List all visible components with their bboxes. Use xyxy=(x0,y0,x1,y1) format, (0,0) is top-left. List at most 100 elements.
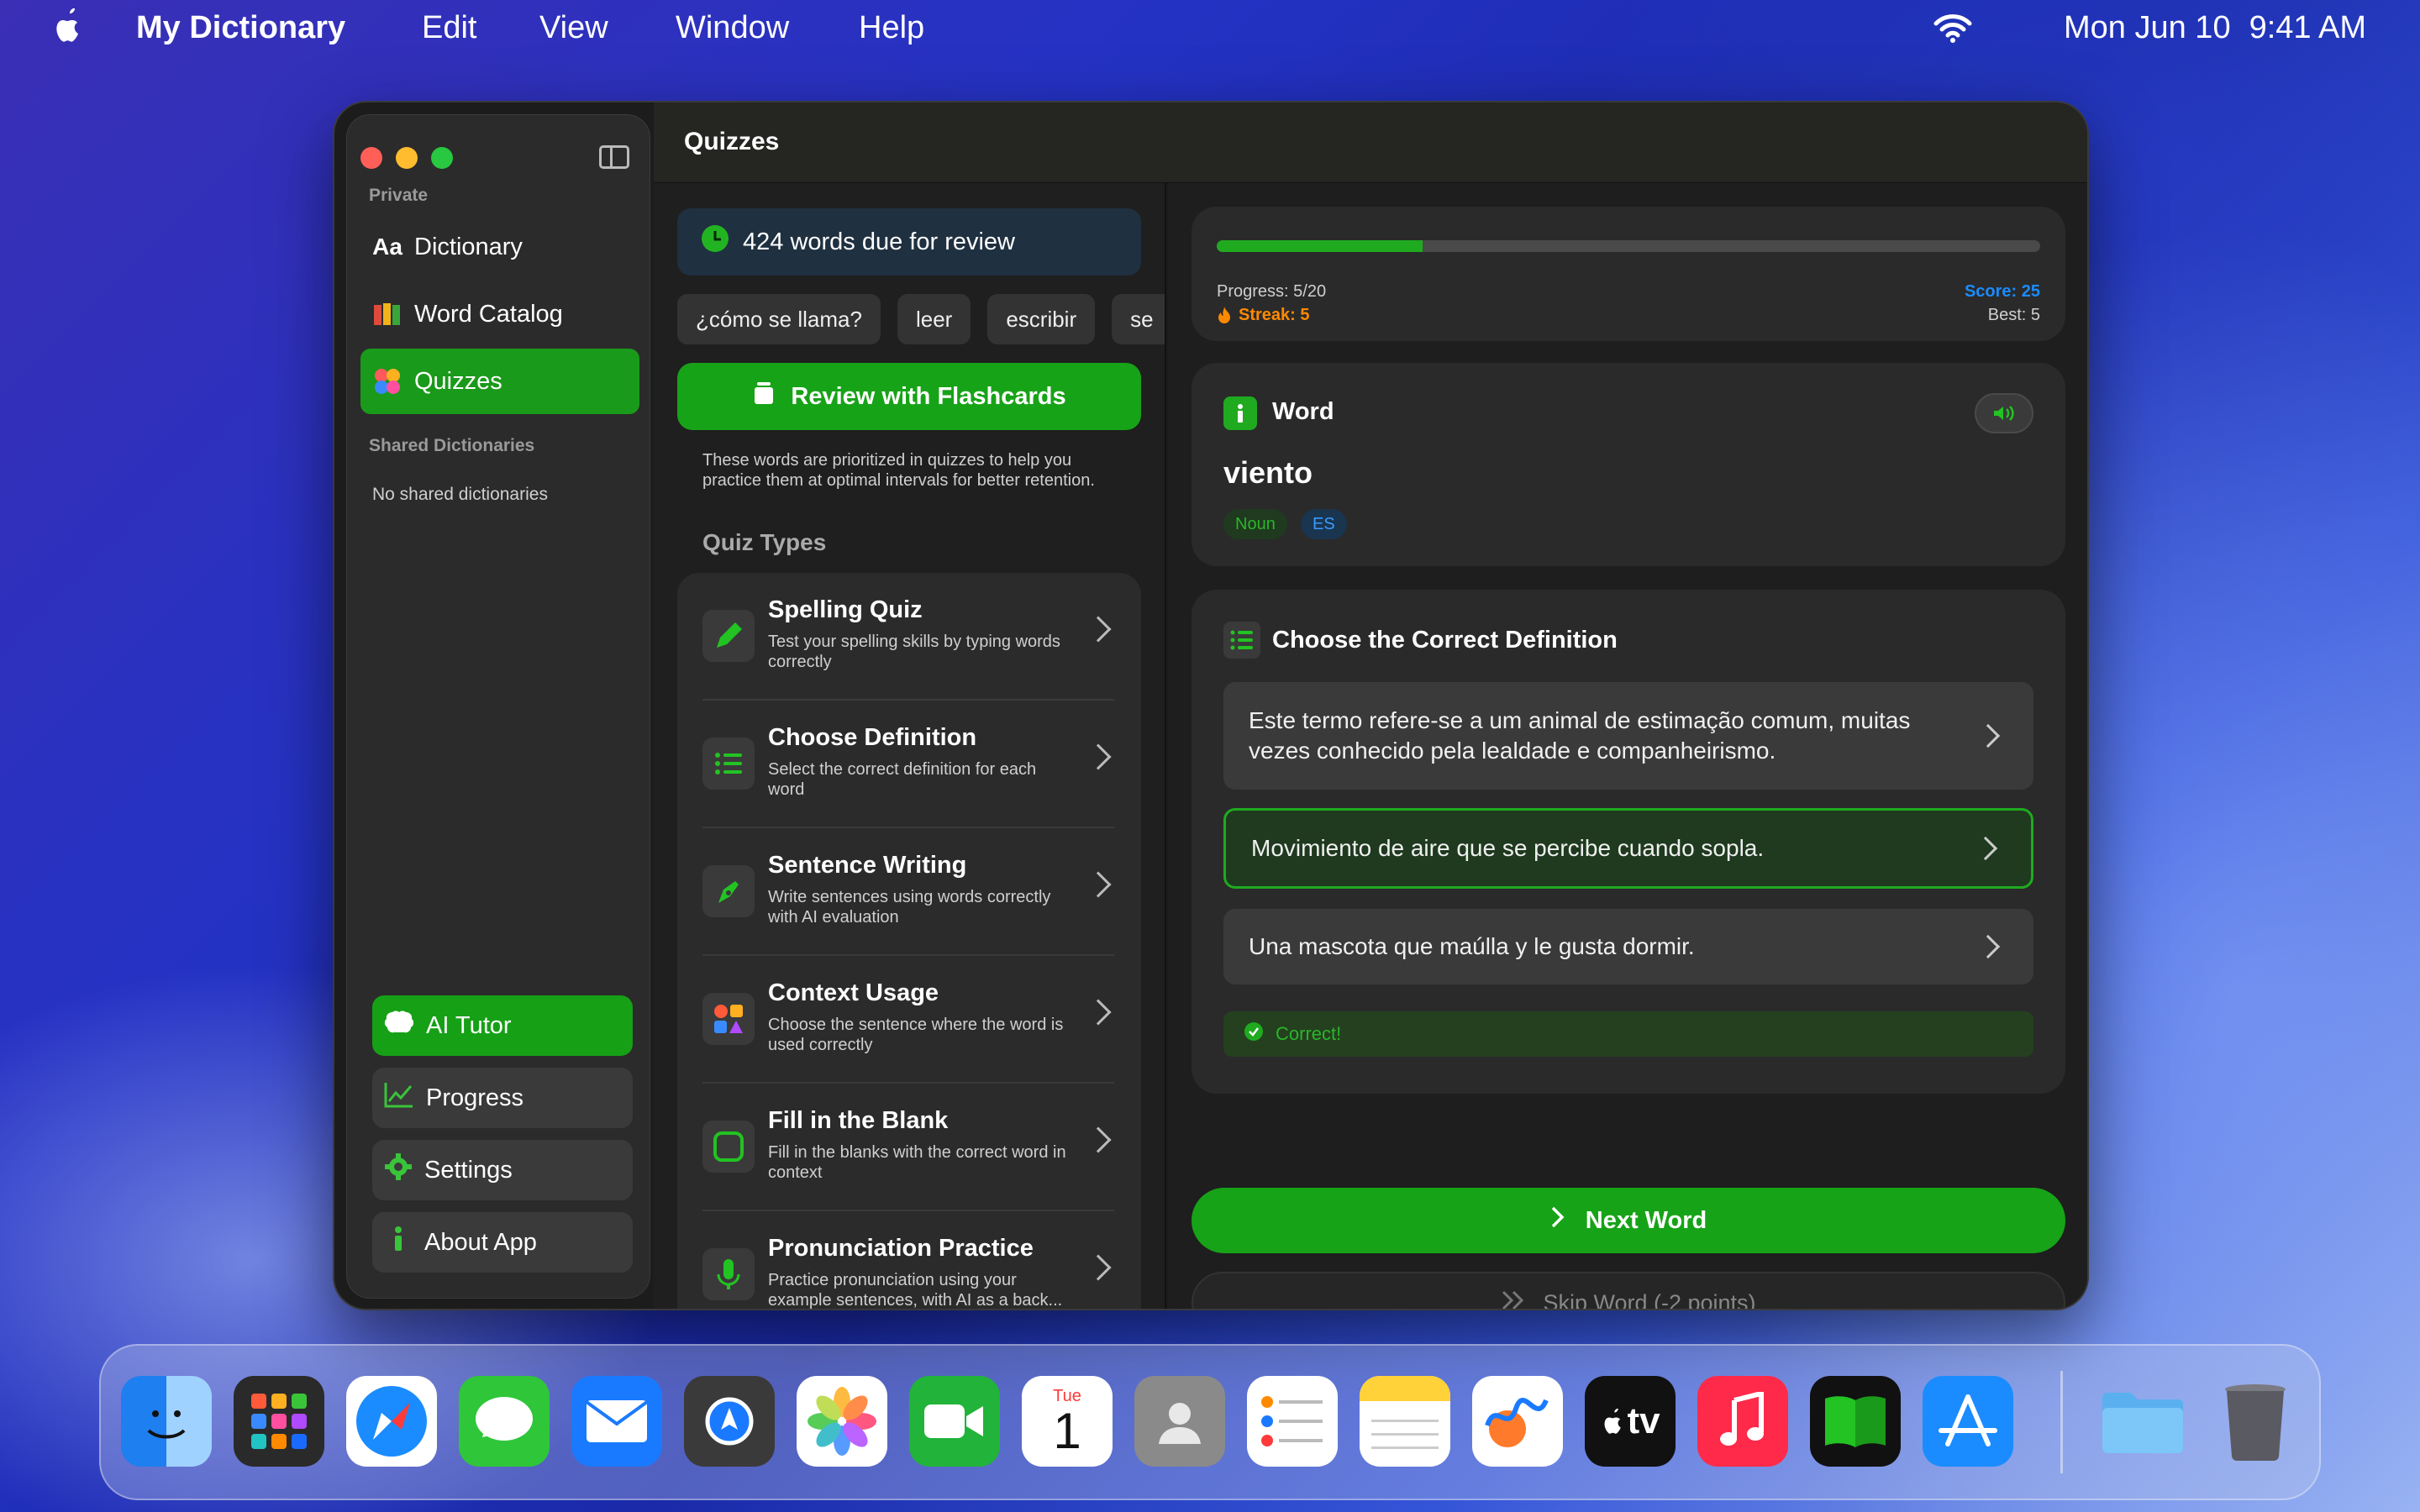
shared-empty-text: No shared dictionaries xyxy=(372,485,548,504)
streak-display: Streak: 5 xyxy=(1217,306,1310,329)
double-chevron-icon xyxy=(1501,1289,1526,1309)
word-chip[interactable]: leer xyxy=(897,294,971,344)
apple-icon[interactable] xyxy=(50,5,84,45)
finder-icon[interactable] xyxy=(121,1376,212,1467)
quiz-type-context-usage[interactable]: Context Usage Choose the sentence where … xyxy=(702,956,1114,1084)
calendar-day: 1 xyxy=(1053,1402,1081,1459)
menu-window[interactable]: Window xyxy=(676,10,789,46)
chevron-right-icon xyxy=(1085,743,1112,770)
quiz-type-pronunciation[interactable]: Pronunciation Practice Practice pronunci… xyxy=(702,1211,1114,1309)
trash-icon[interactable] xyxy=(2210,1376,2301,1467)
music-icon[interactable] xyxy=(1697,1376,1788,1467)
word-chip[interactable]: ¿cómo se llama? xyxy=(677,294,881,344)
quiz-type-title: Context Usage xyxy=(768,979,939,1006)
facetime-icon[interactable] xyxy=(909,1376,1000,1467)
settings-button[interactable]: Settings xyxy=(372,1140,633,1200)
sidebar: Private Aa Dictionary Word Catalog Quizz… xyxy=(346,114,650,1299)
zoom-window-button[interactable] xyxy=(431,147,453,169)
about-app-label: About App xyxy=(424,1228,537,1256)
chevron-right-icon xyxy=(1975,723,2001,748)
sidebar-item-word-catalog[interactable]: Word Catalog xyxy=(360,281,639,347)
quiz-list-panel: 424 words due for review ¿cómo se llama?… xyxy=(654,183,1166,1309)
due-review-banner[interactable]: 424 words due for review xyxy=(677,208,1141,276)
progress-fill xyxy=(1217,240,1423,252)
quiz-type-choose-definition[interactable]: Choose Definition Select the correct def… xyxy=(702,701,1114,828)
quiz-icon xyxy=(372,366,402,396)
language-tag: ES xyxy=(1301,509,1347,539)
menu-help[interactable]: Help xyxy=(859,10,924,46)
next-word-button[interactable]: Next Word xyxy=(1192,1188,2065,1253)
quiz-type-title: Fill in the Blank xyxy=(768,1107,949,1134)
photos-icon[interactable] xyxy=(797,1376,887,1467)
my-dictionary-icon[interactable] xyxy=(1810,1376,1901,1467)
dock-separator xyxy=(2060,1371,2063,1473)
word-chip[interactable]: se xyxy=(1112,294,1165,344)
quiz-type-desc: Fill in the blanks with the correct word… xyxy=(768,1143,1066,1182)
menu-bar: My Dictionary Edit View Window Help Mon … xyxy=(0,0,2420,57)
pencil-icon xyxy=(702,610,755,662)
sidebar-section-shared: Shared Dictionaries xyxy=(369,436,535,455)
progress-label: Progress xyxy=(426,1084,524,1111)
review-hint-text: These words are prioritized in quizzes t… xyxy=(702,451,1095,490)
feedback-banner: Correct! xyxy=(1223,1011,2033,1057)
streak-label: Streak: 5 xyxy=(1239,306,1310,324)
speaker-button[interactable] xyxy=(1975,393,2033,433)
skip-word-button[interactable]: Skip Word (-2 points) xyxy=(1192,1272,2065,1310)
messages-icon[interactable] xyxy=(459,1376,550,1467)
skip-word-label: Skip Word (-2 points) xyxy=(1543,1289,1756,1310)
app-store-icon[interactable] xyxy=(1923,1376,2013,1467)
answer-option-1[interactable]: Este termo refere-se a um animal de esti… xyxy=(1223,682,2033,790)
quiz-type-desc: Write sentences using words correctly wi… xyxy=(768,888,1051,927)
close-window-button[interactable] xyxy=(360,147,382,169)
tv-icon[interactable]: tv xyxy=(1585,1376,1676,1467)
notes-icon[interactable] xyxy=(1360,1376,1450,1467)
chevron-right-icon xyxy=(1975,934,2001,959)
launchpad-icon[interactable] xyxy=(234,1376,324,1467)
progress-card: Progress: 5/20 Streak: 5 Score: 25 Best:… xyxy=(1192,207,2065,341)
answer-option-2-selected[interactable]: Movimiento de aire que se percibe cuando… xyxy=(1223,808,2033,889)
folder-icon[interactable] xyxy=(2097,1376,2188,1467)
about-app-button[interactable]: About App xyxy=(372,1212,633,1273)
checkmark-icon xyxy=(1244,1021,1264,1047)
sidebar-item-quizzes[interactable]: Quizzes xyxy=(360,349,639,414)
review-flashcards-button[interactable]: Review with Flashcards xyxy=(677,363,1141,430)
menu-clock[interactable]: Mon Jun 10 9:41 AM xyxy=(2064,10,2366,46)
quiz-type-fill-blank[interactable]: Fill in the Blank Fill in the blanks wit… xyxy=(702,1084,1114,1211)
question-card: Choose the Correct Definition Este termo… xyxy=(1192,590,2065,1094)
quiz-type-title: Choose Definition xyxy=(768,724,977,751)
blank-square-icon xyxy=(702,1121,755,1173)
ai-tutor-button[interactable]: AI Tutor xyxy=(372,995,633,1056)
menu-edit[interactable]: Edit xyxy=(422,10,476,46)
shapes-icon xyxy=(702,993,755,1045)
freeform-icon[interactable] xyxy=(1472,1376,1563,1467)
quiz-type-spelling[interactable]: Spelling Quiz Test your spelling skills … xyxy=(702,573,1114,701)
sidebar-item-label: Dictionary xyxy=(414,233,523,260)
sidebar-toggle-icon[interactable] xyxy=(599,145,629,169)
menu-app-name[interactable]: My Dictionary xyxy=(136,10,345,46)
answer-option-text: Este termo refere-se a um animal de esti… xyxy=(1249,707,1911,764)
reminders-icon[interactable] xyxy=(1247,1376,1338,1467)
sidebar-item-dictionary[interactable]: Aa Dictionary xyxy=(360,214,639,280)
quiz-type-sentence-writing[interactable]: Sentence Writing Write sentences using w… xyxy=(702,828,1114,956)
answer-option-3[interactable]: Una mascota que maúlla y le gusta dormir… xyxy=(1223,909,2033,984)
word-chip[interactable]: escribir xyxy=(987,294,1096,344)
title-bar: Quizzes xyxy=(654,102,2087,183)
wifi-icon[interactable] xyxy=(1933,13,1973,44)
tv-label: tv xyxy=(1627,1400,1660,1441)
mail-icon[interactable] xyxy=(571,1376,662,1467)
sidebar-item-label: Word Catalog xyxy=(414,300,563,328)
app-window: Private Aa Dictionary Word Catalog Quizz… xyxy=(333,101,2089,1310)
dock: Tue 1 tv xyxy=(99,1344,2321,1500)
progress-button[interactable]: Progress xyxy=(372,1068,633,1128)
maps-icon[interactable] xyxy=(684,1376,775,1467)
menu-view[interactable]: View xyxy=(539,10,608,46)
menu-date: Mon Jun 10 xyxy=(2064,10,2231,45)
minimize-window-button[interactable] xyxy=(396,147,418,169)
contacts-icon[interactable] xyxy=(1134,1376,1225,1467)
progress-bar xyxy=(1217,240,2040,252)
calendar-icon[interactable]: Tue 1 xyxy=(1022,1376,1113,1467)
quiz-panel: Progress: 5/20 Streak: 5 Score: 25 Best:… xyxy=(1168,183,2087,1310)
due-word-chips: ¿cómo se llama? leer escribir se xyxy=(677,294,1165,344)
safari-icon[interactable] xyxy=(346,1376,437,1467)
ai-tutor-label: AI Tutor xyxy=(426,1011,512,1039)
